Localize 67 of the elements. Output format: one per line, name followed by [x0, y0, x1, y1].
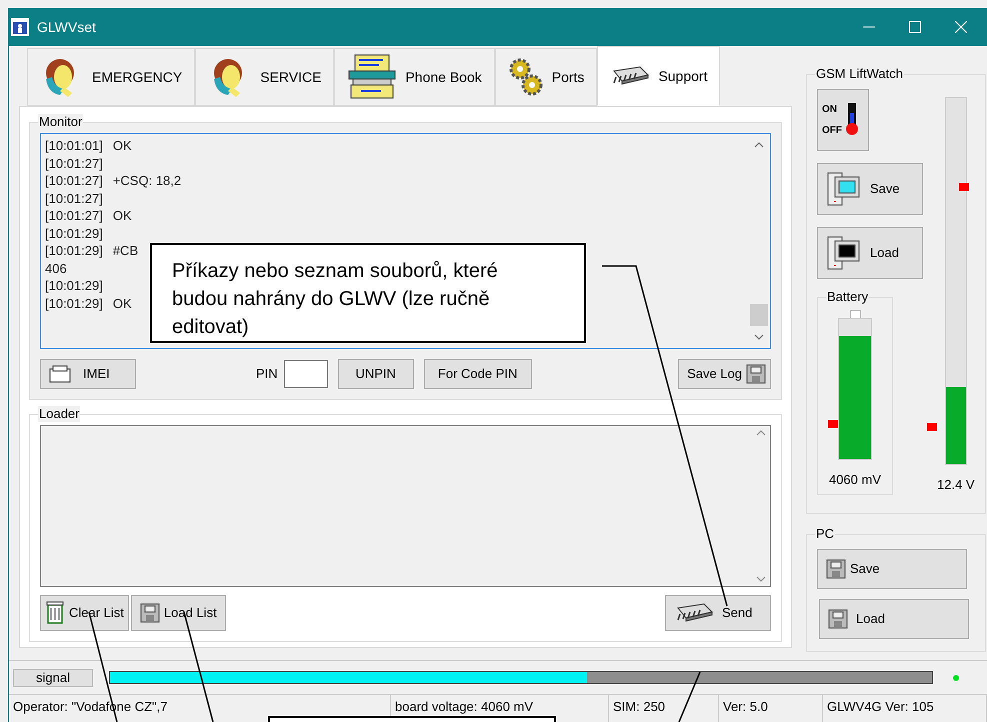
computer-icon	[826, 235, 862, 271]
callout-box: Příkazy nebo seznam souborů, které budou nahrány do GLWV (lze ručně editovat)	[150, 243, 586, 343]
pc-load-button[interactable]: Load	[819, 599, 969, 639]
window-title: GLWVset	[37, 18, 96, 36]
status-text: Ver: 5.0	[719, 695, 823, 722]
log-line: [10:01:29]	[45, 277, 103, 294]
trash-icon	[45, 601, 65, 625]
floppy-icon	[826, 559, 846, 579]
battery-reading: 4060 mV	[828, 471, 882, 489]
marker	[828, 420, 838, 428]
on-label: ON	[822, 103, 838, 117]
scroll-thumb[interactable]	[750, 304, 768, 326]
code-pin-button[interactable]: For Code PIN	[424, 359, 532, 389]
computer-icon	[826, 171, 862, 207]
scroll-up-icon[interactable]	[754, 142, 764, 148]
supply-reading: 12.4 V	[937, 476, 975, 494]
tab[interactable]: EMERGENCY	[27, 48, 196, 106]
scroll-up-icon	[756, 430, 766, 436]
pin-label: PIN	[256, 365, 278, 384]
tab[interactable]: Ports	[494, 48, 598, 106]
gears-icon	[508, 57, 544, 97]
chip-icon	[674, 602, 714, 624]
book-icon	[347, 54, 398, 100]
maximize-icon[interactable]	[909, 21, 921, 33]
signal-label: signal	[13, 668, 93, 686]
log-line: [10:01:27] +CSQ: 18,2	[45, 172, 182, 190]
power-switch[interactable]: ON OFF	[817, 89, 869, 151]
printer-icon	[49, 365, 71, 383]
floppy-icon	[746, 364, 766, 384]
tab[interactable]: Support	[597, 46, 720, 106]
chip-icon	[610, 65, 650, 87]
log-line: [10:01:29]	[45, 224, 103, 242]
imei-button[interactable]: IMEI	[40, 359, 136, 389]
marker	[927, 423, 937, 431]
toggle-icon	[844, 103, 860, 137]
log-line: 406	[45, 260, 67, 277]
log-line: [10:01:01] OK	[45, 137, 132, 154]
pc-save-button[interactable]: Save	[817, 549, 967, 589]
floppy-icon	[140, 603, 160, 623]
leader-line	[678, 672, 701, 722]
marker	[959, 183, 969, 191]
send-button[interactable]: Send	[665, 595, 771, 631]
battery-cap	[850, 310, 860, 318]
close-icon[interactable]	[955, 21, 967, 33]
log-line: [10:01:29] #CB	[45, 242, 138, 260]
save-log-button[interactable]: Save Log	[678, 359, 771, 389]
log-line: [10:01:27] OK	[45, 207, 132, 224]
log-line: [10:01:27]	[45, 190, 103, 207]
log-line: [10:01:29] OK	[45, 294, 132, 312]
status-text: GLWV4G Ver: 105	[823, 695, 987, 722]
floppy-icon	[828, 609, 848, 629]
save-button[interactable]: Save	[817, 163, 923, 215]
status-text: SIM: 250	[609, 695, 719, 722]
pin-field[interactable]	[284, 360, 328, 388]
load-button[interactable]: Load	[817, 227, 923, 279]
off-label: OFF	[822, 124, 842, 138]
clear-list-button[interactable]: Clear List	[40, 595, 129, 631]
unpin-button[interactable]: UNPIN	[338, 359, 414, 389]
group-title: Battery	[826, 289, 870, 305]
load-list-button[interactable]: Load List	[130, 595, 226, 631]
scroll-down-icon	[756, 576, 766, 582]
tab[interactable]: SERVICE	[195, 48, 334, 106]
app-icon	[11, 18, 29, 36]
scroll-down-icon[interactable]	[754, 334, 764, 340]
group-title: Loader	[38, 406, 80, 422]
log-line: [10:01:27]	[45, 154, 103, 172]
tab[interactable]: Phone Book	[334, 48, 495, 106]
